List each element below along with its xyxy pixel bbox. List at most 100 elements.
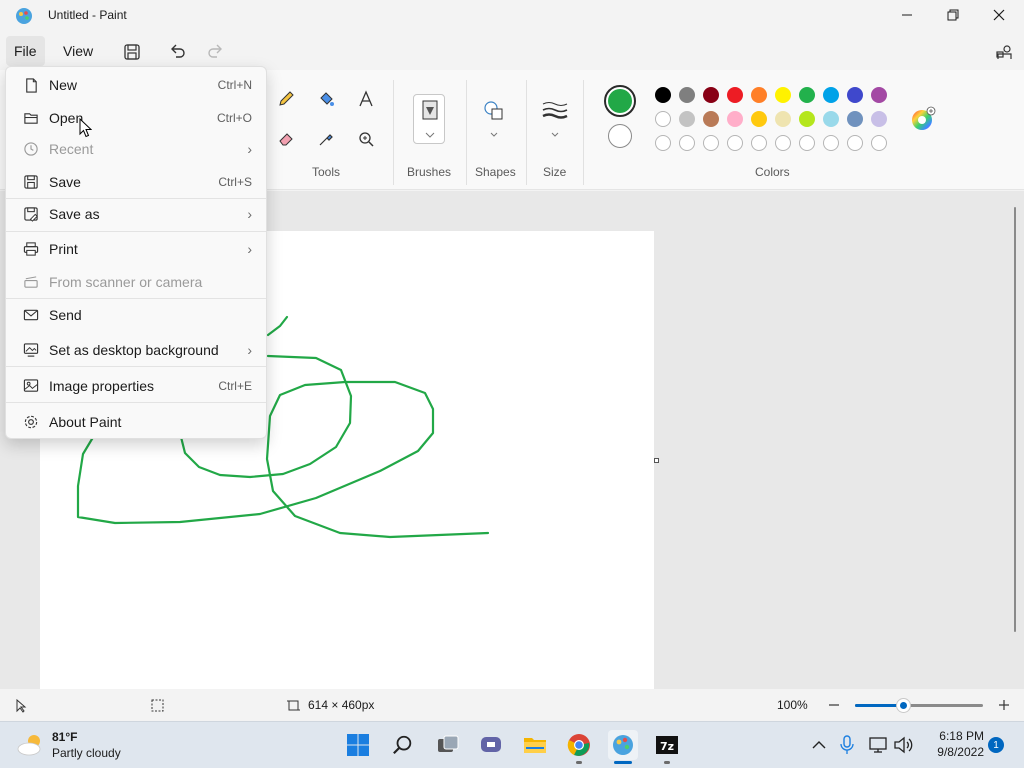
- custom-color-slot[interactable]: [751, 135, 767, 151]
- file-menu-item-label: Send: [49, 307, 82, 323]
- magnifier-tool[interactable]: [354, 127, 378, 151]
- minimize-button[interactable]: [884, 0, 930, 30]
- palette-color-swatch[interactable]: [751, 111, 767, 127]
- file-explorer-button[interactable]: [520, 730, 550, 760]
- text-tool[interactable]: [354, 87, 378, 111]
- shapes-button[interactable]: [480, 98, 508, 143]
- 7zip-button[interactable]: 7z: [652, 730, 682, 760]
- palette-color-swatch[interactable]: [871, 87, 887, 103]
- start-button[interactable]: [343, 730, 373, 760]
- primary-color-swatch[interactable]: [604, 85, 636, 117]
- palette-color-swatch[interactable]: [775, 111, 791, 127]
- file-menu[interactable]: File: [6, 36, 45, 66]
- magnifier-icon: [359, 132, 374, 147]
- new-file-icon: [22, 76, 40, 94]
- zoom-slider-thumb[interactable]: [897, 699, 910, 712]
- palette-color-swatch[interactable]: [727, 111, 743, 127]
- custom-color-slot[interactable]: [823, 135, 839, 151]
- chevron-up-icon: [812, 741, 826, 749]
- 7zip-icon: 7z: [656, 736, 678, 754]
- palette-color-swatch[interactable]: [823, 87, 839, 103]
- fill-tool[interactable]: [314, 87, 338, 111]
- volume-button[interactable]: [893, 735, 913, 755]
- weather-widget[interactable]: 81°F Partly cloudy: [16, 728, 146, 762]
- custom-color-slot[interactable]: [727, 135, 743, 151]
- zoom-slider[interactable]: [855, 699, 983, 712]
- close-button[interactable]: [976, 0, 1022, 30]
- brushes-button[interactable]: [413, 94, 445, 144]
- palette-color-swatch[interactable]: [679, 87, 695, 103]
- palette-color-swatch[interactable]: [679, 111, 695, 127]
- file-menu-item-label: Recent: [49, 141, 94, 157]
- palette-color-swatch[interactable]: [799, 111, 815, 127]
- taskbar: 81°F Partly cloudy 7z 6:18 PM 9/8/2022 1: [0, 721, 1024, 768]
- network-icon: [869, 737, 887, 753]
- paint-icon: [613, 735, 633, 755]
- vertical-scrollbar[interactable]: [1014, 207, 1016, 632]
- palette-color-swatch[interactable]: [847, 111, 863, 127]
- account-button[interactable]: [990, 38, 1018, 66]
- microphone-icon: [840, 735, 854, 754]
- custom-color-slot[interactable]: [847, 135, 863, 151]
- palette-color-swatch[interactable]: [703, 111, 719, 127]
- clock[interactable]: 6:18 PM 9/8/2022: [918, 728, 984, 764]
- file-menu-item-send[interactable]: Send: [10, 300, 264, 330]
- paint-taskbar-button[interactable]: [608, 730, 638, 760]
- chevron-right-icon: ›: [247, 141, 252, 157]
- zoom-out-button[interactable]: [826, 697, 842, 713]
- window-title: Untitled - Paint: [48, 8, 127, 22]
- palette-color-swatch[interactable]: [655, 111, 671, 127]
- secondary-color-swatch[interactable]: [608, 124, 632, 148]
- file-menu-item-open[interactable]: Open Ctrl+O: [10, 103, 264, 133]
- file-menu-item-print[interactable]: Print ›: [10, 234, 264, 264]
- pencil-tool[interactable]: [274, 87, 298, 111]
- search-button[interactable]: [388, 730, 418, 760]
- view-menu[interactable]: View: [55, 36, 101, 66]
- palette-color-swatch[interactable]: [655, 87, 671, 103]
- shapes-icon: [484, 101, 503, 137]
- selection-size-icon: [151, 699, 164, 712]
- network-button[interactable]: [868, 735, 888, 755]
- svg-text:7z: 7z: [660, 740, 674, 753]
- custom-color-slot[interactable]: [871, 135, 887, 151]
- palette-color-swatch[interactable]: [871, 111, 887, 127]
- edit-colors-button[interactable]: [910, 106, 936, 132]
- file-menu-item-about-paint[interactable]: About Paint: [10, 407, 264, 437]
- palette-color-swatch[interactable]: [775, 87, 791, 103]
- custom-color-slot[interactable]: [703, 135, 719, 151]
- restore-button[interactable]: [930, 0, 976, 30]
- file-menu-item-new[interactable]: New Ctrl+N: [10, 70, 264, 100]
- restore-icon: [947, 9, 959, 21]
- palette-color-swatch[interactable]: [799, 87, 815, 103]
- palette-color-swatch[interactable]: [703, 87, 719, 103]
- color-picker-tool[interactable]: [314, 127, 338, 151]
- people-icon: [996, 45, 1012, 59]
- chrome-button[interactable]: [564, 730, 594, 760]
- undo-button[interactable]: [163, 38, 191, 66]
- custom-color-slot[interactable]: [775, 135, 791, 151]
- file-menu-item-set-as-desktop-background[interactable]: Set as desktop background ›: [10, 335, 264, 365]
- quick-save-button[interactable]: [118, 38, 146, 66]
- custom-color-slot[interactable]: [655, 135, 671, 151]
- custom-color-slot[interactable]: [799, 135, 815, 151]
- undo-icon: [171, 44, 185, 58]
- palette-color-swatch[interactable]: [751, 87, 767, 103]
- eraser-tool[interactable]: [274, 127, 298, 151]
- show-hidden-icons-button[interactable]: [810, 736, 828, 754]
- notification-badge[interactable]: 1: [988, 737, 1004, 753]
- file-menu-item-save-as[interactable]: Save as ›: [10, 199, 264, 229]
- microphone-button[interactable]: [838, 735, 856, 755]
- file-menu-item-image-properties[interactable]: Image properties Ctrl+E: [10, 371, 264, 401]
- palette-color-swatch[interactable]: [847, 87, 863, 103]
- size-button[interactable]: [540, 100, 570, 145]
- task-view-button[interactable]: [433, 730, 463, 760]
- redo-button[interactable]: [202, 38, 230, 66]
- file-menu-item-save[interactable]: Save Ctrl+S: [10, 167, 264, 197]
- palette-color-swatch[interactable]: [727, 87, 743, 103]
- teams-chat-button[interactable]: [476, 730, 506, 760]
- custom-color-slot[interactable]: [679, 135, 695, 151]
- mouse-cursor: [79, 118, 92, 138]
- zoom-in-button[interactable]: [996, 697, 1012, 713]
- canvas-resize-handle[interactable]: [654, 458, 659, 463]
- palette-color-swatch[interactable]: [823, 111, 839, 127]
